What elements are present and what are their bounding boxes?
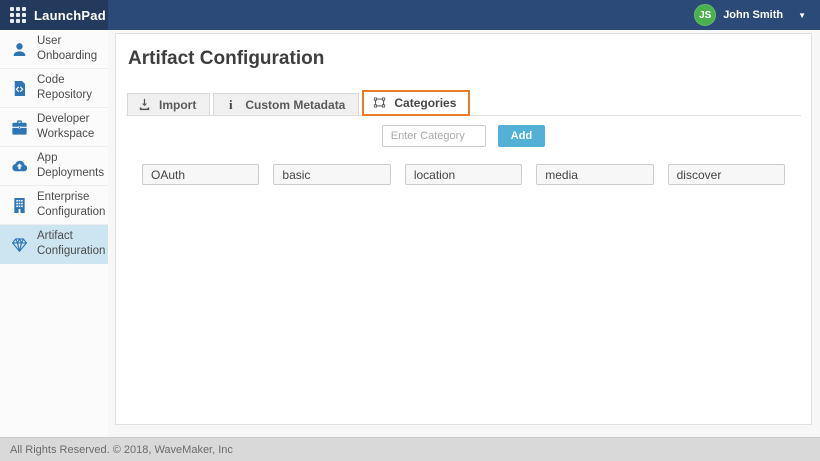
- sidebar-item-label: User Onboarding: [37, 34, 102, 64]
- sidebar-item-developer-workspace[interactable]: Developer Workspace: [0, 108, 108, 147]
- tab-label: Categories: [394, 96, 456, 110]
- footer: All Rights Reserved. © 2018, WaveMaker, …: [0, 437, 820, 461]
- sidebar-item-label: Enterprise Configuration: [37, 190, 105, 220]
- app-body: User Onboarding Code Repository Develope…: [0, 30, 820, 437]
- sidebar-item-artifact-configuration[interactable]: Artifact Configuration: [0, 225, 108, 264]
- top-header: LaunchPad JS John Smith ▼: [0, 0, 820, 30]
- tab-label: Custom Metadata: [245, 98, 345, 112]
- sidebar-item-user-onboarding[interactable]: User Onboarding: [0, 30, 108, 69]
- tab-import[interactable]: Import: [127, 93, 210, 116]
- cloud-upload-icon: [9, 156, 29, 176]
- code-file-icon: [9, 78, 29, 98]
- briefcase-icon: [9, 117, 29, 137]
- app-brand[interactable]: LaunchPad: [0, 0, 108, 30]
- user-icon: [9, 39, 29, 59]
- artifact-configuration-panel: Artifact Configuration Import i Custom M…: [115, 33, 812, 425]
- sidebar-item-label: Developer Workspace: [37, 112, 102, 142]
- tab-categories[interactable]: Categories: [362, 90, 470, 116]
- category-chip[interactable]: basic: [273, 164, 390, 185]
- sidebar-item-code-repository[interactable]: Code Repository: [0, 69, 108, 108]
- tab-label: Import: [159, 98, 196, 112]
- app-title: LaunchPad: [34, 8, 106, 23]
- building-icon: [9, 195, 29, 215]
- sidebar-item-label: Code Repository: [37, 73, 102, 103]
- category-chip[interactable]: discover: [668, 164, 785, 185]
- sidebar: User Onboarding Code Repository Develope…: [0, 30, 108, 437]
- category-chip[interactable]: media: [536, 164, 653, 185]
- copyright-text: All Rights Reserved. © 2018, WaveMaker, …: [10, 444, 233, 456]
- sidebar-item-enterprise-configuration[interactable]: Enterprise Configuration: [0, 186, 108, 225]
- category-chip[interactable]: location: [405, 164, 522, 185]
- tab-custom-metadata[interactable]: i Custom Metadata: [213, 93, 359, 116]
- user-menu[interactable]: JS John Smith ▼: [694, 0, 820, 30]
- category-list: OAuth basic location media discover: [142, 164, 785, 185]
- page-title: Artifact Configuration: [128, 48, 801, 70]
- categories-icon: [372, 95, 387, 110]
- diamond-icon: [9, 234, 29, 254]
- download-icon: [137, 97, 152, 112]
- sidebar-item-label: Artifact Configuration: [37, 229, 105, 259]
- category-input[interactable]: [382, 125, 486, 147]
- sidebar-item-app-deployments[interactable]: App Deployments: [0, 147, 108, 186]
- add-button[interactable]: Add: [498, 125, 545, 147]
- sidebar-item-label: App Deployments: [37, 151, 104, 181]
- main-area: Artifact Configuration Import i Custom M…: [108, 30, 820, 437]
- chevron-down-icon: ▼: [798, 11, 806, 20]
- tab-bar: Import i Custom Metadata Categories: [126, 90, 801, 116]
- info-icon: i: [223, 97, 238, 112]
- add-category-row: Add: [126, 125, 801, 147]
- user-name: John Smith: [723, 9, 783, 21]
- category-chip[interactable]: OAuth: [142, 164, 259, 185]
- apps-grid-icon[interactable]: [10, 7, 26, 23]
- avatar: JS: [694, 4, 716, 26]
